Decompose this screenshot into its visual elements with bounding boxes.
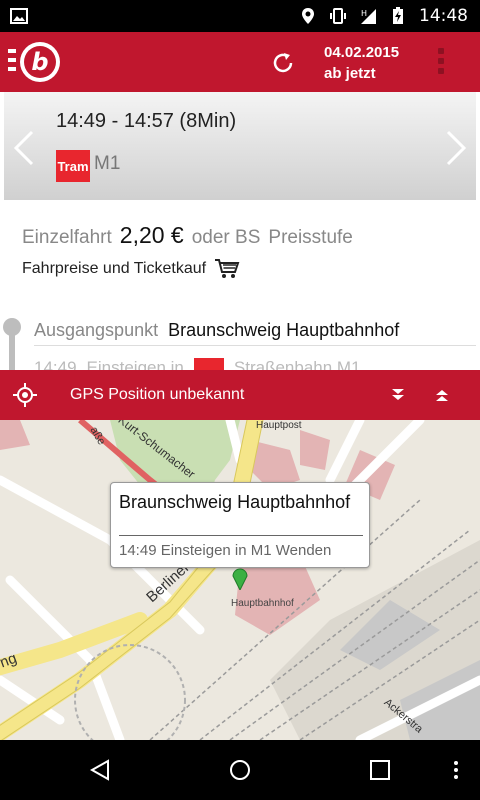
gps-bar: GPS Position unbekannt	[0, 370, 480, 420]
tram-badge: Tram	[56, 150, 90, 182]
fare-price: 2,20 €	[119, 222, 184, 248]
fare-row: Einzelfahrt 2,20 € oder BS Preisstufe	[22, 222, 353, 249]
trip-time-range: 14:49 - 14:57 (8Min)	[56, 110, 237, 132]
shopping-cart-icon	[215, 259, 240, 278]
logo-letter: b	[24, 46, 56, 78]
navigation-bar	[0, 740, 480, 800]
location-icon	[302, 8, 314, 24]
svg-text:H: H	[361, 9, 367, 18]
map-pin-icon[interactable]	[232, 568, 248, 590]
route-timeline	[9, 330, 15, 370]
home-icon[interactable]	[228, 758, 252, 782]
ticket-link-label: Fahrpreise und Ticketkauf	[22, 260, 207, 277]
map-poi-label: Hauptbahnhof	[231, 598, 294, 609]
app-logo[interactable]: b	[20, 42, 60, 82]
app-bar: b 04.02.2015 ab jetzt	[0, 32, 480, 92]
recents-icon[interactable]	[368, 758, 392, 782]
overflow-menu-icon[interactable]	[438, 48, 444, 78]
status-bar: H 14:48	[0, 0, 480, 32]
origin-stop: Braunschweig Hauptbahnhof	[168, 320, 400, 340]
gps-status: GPS Position unbekannt	[70, 386, 245, 403]
map-poi-label: Hauptpost	[256, 420, 302, 431]
fare-label: Einzelfahrt	[22, 227, 112, 248]
collapse-down-icon[interactable]	[388, 385, 408, 405]
refresh-icon[interactable]	[270, 50, 296, 76]
vibrate-icon	[330, 8, 346, 24]
date-time-selector[interactable]: 04.02.2015 ab jetzt	[324, 42, 399, 84]
previous-trip-arrow-icon[interactable]	[12, 130, 36, 166]
route-divider	[34, 345, 476, 346]
expand-up-icon[interactable]	[432, 385, 452, 405]
next-trip-arrow-icon[interactable]	[444, 130, 468, 166]
battery-charging-icon	[393, 7, 403, 24]
popup-title: Braunschweig Hauptbahnhof	[119, 492, 351, 512]
route-start-dot	[3, 318, 21, 336]
fare-suffix: oder BS	[191, 227, 261, 248]
back-icon[interactable]	[88, 758, 112, 782]
image-icon	[10, 8, 28, 24]
popup-divider	[119, 535, 363, 536]
menu-dots-icon[interactable]	[444, 758, 468, 782]
line-name: M1	[94, 153, 121, 174]
fare-level-label: Preisstufe	[268, 227, 353, 248]
route-origin[interactable]: Ausgangspunkt Braunschweig Hauptbahnhof	[34, 320, 399, 341]
date-label: 04.02.2015	[324, 44, 400, 61]
drawer-icon[interactable]	[8, 49, 16, 76]
map-stop-popup[interactable]: Braunschweig Hauptbahnhof 14:49 Einsteig…	[110, 482, 370, 568]
time-mode-label: ab jetzt	[324, 65, 376, 82]
trip-summary-card[interactable]: 14:49 - 14:57 (8Min) Tram M1	[4, 92, 476, 200]
status-time: 14:48	[419, 6, 468, 26]
ticket-link[interactable]: Fahrpreise und Ticketkauf	[22, 258, 240, 280]
gps-locate-icon[interactable]	[12, 382, 38, 408]
popup-subtitle: 14:49 Einsteigen in M1 Wenden	[119, 542, 332, 559]
origin-label: Ausgangspunkt	[34, 320, 159, 340]
signal-h-icon: H	[361, 9, 376, 24]
